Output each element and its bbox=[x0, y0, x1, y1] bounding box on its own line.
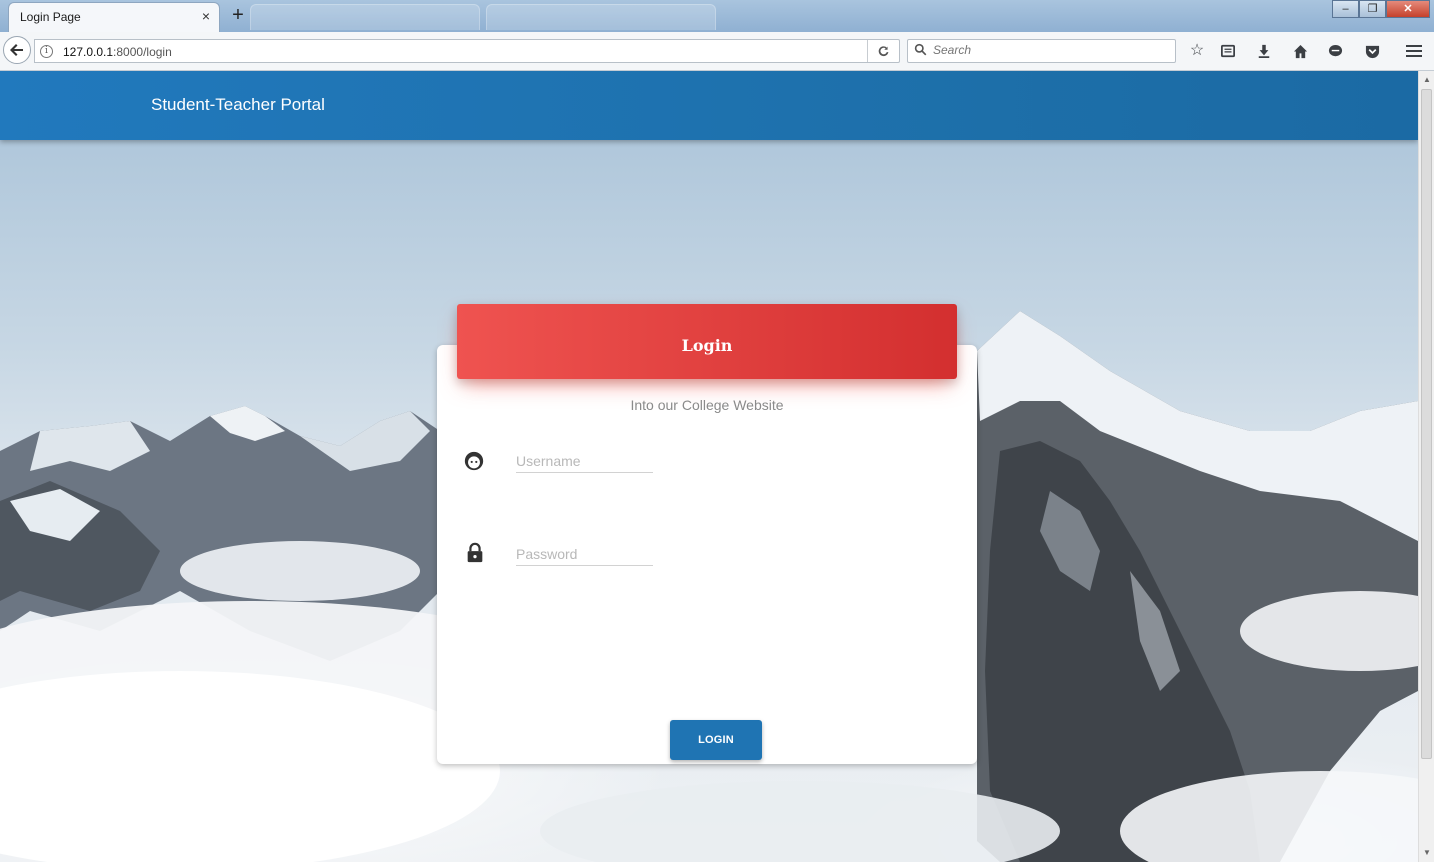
active-tab[interactable]: Login Page × bbox=[8, 2, 220, 32]
lock-icon bbox=[467, 542, 483, 563]
brand-title[interactable]: Student-Teacher Portal bbox=[151, 95, 325, 115]
login-title: Login bbox=[681, 336, 733, 355]
username-field[interactable] bbox=[516, 449, 653, 473]
restore-button[interactable]: ❐ bbox=[1359, 0, 1386, 18]
background-tab[interactable] bbox=[250, 4, 480, 30]
minimize-button[interactable]: – bbox=[1332, 0, 1359, 18]
back-arrow-icon bbox=[10, 44, 23, 56]
page-scrollbar[interactable]: ▲ ▼ bbox=[1418, 71, 1434, 862]
pocket-icon[interactable] bbox=[1361, 41, 1383, 63]
search-icon bbox=[914, 43, 927, 56]
menu-icon[interactable] bbox=[1403, 41, 1425, 63]
scroll-thumb[interactable] bbox=[1421, 89, 1432, 759]
login-card-header: Login bbox=[457, 304, 957, 379]
search-bar[interactable] bbox=[907, 39, 1176, 63]
close-window-button[interactable]: ✕ bbox=[1386, 0, 1430, 18]
tab-title: Login Page bbox=[20, 10, 81, 24]
chat-icon[interactable] bbox=[1324, 41, 1346, 63]
top-navbar: Student-Teacher Portal bbox=[0, 71, 1418, 140]
home-icon[interactable] bbox=[1289, 41, 1311, 63]
url-host: 127.0.0.1 bbox=[63, 45, 114, 59]
back-button[interactable] bbox=[3, 36, 31, 64]
browser-titlebar: Login Page × + – ❐ ✕ bbox=[0, 0, 1434, 32]
background-tab[interactable] bbox=[486, 4, 716, 30]
page-viewport: Student-Teacher Portal Login Into our Co… bbox=[0, 71, 1418, 862]
scroll-up-icon[interactable]: ▲ bbox=[1421, 74, 1433, 86]
url-text[interactable]: 127.0.0.1:8000/login bbox=[63, 45, 172, 59]
reload-icon bbox=[878, 46, 889, 57]
login-subtitle: Into our College Website bbox=[630, 397, 784, 413]
url-path: :8000/login bbox=[113, 45, 172, 59]
new-tab-button[interactable]: + bbox=[229, 4, 247, 27]
window-controls: – ❐ ✕ bbox=[1332, 0, 1430, 18]
scroll-down-icon[interactable]: ▼ bbox=[1421, 847, 1433, 859]
browser-toolbar: i 127.0.0.1:8000/login ☆ bbox=[0, 32, 1434, 71]
search-input[interactable] bbox=[933, 43, 1163, 57]
site-info-icon[interactable]: i bbox=[40, 45, 53, 58]
login-button[interactable]: LOGIN bbox=[670, 720, 762, 760]
download-icon[interactable] bbox=[1253, 41, 1275, 63]
face-icon bbox=[464, 451, 484, 471]
tab-close-icon[interactable]: × bbox=[202, 8, 210, 24]
bookmark-star-icon[interactable]: ☆ bbox=[1186, 41, 1208, 63]
password-field[interactable] bbox=[516, 542, 653, 566]
address-bar[interactable]: i 127.0.0.1:8000/login bbox=[34, 39, 900, 63]
reading-list-icon[interactable] bbox=[1217, 41, 1239, 63]
reload-button[interactable] bbox=[867, 40, 899, 62]
